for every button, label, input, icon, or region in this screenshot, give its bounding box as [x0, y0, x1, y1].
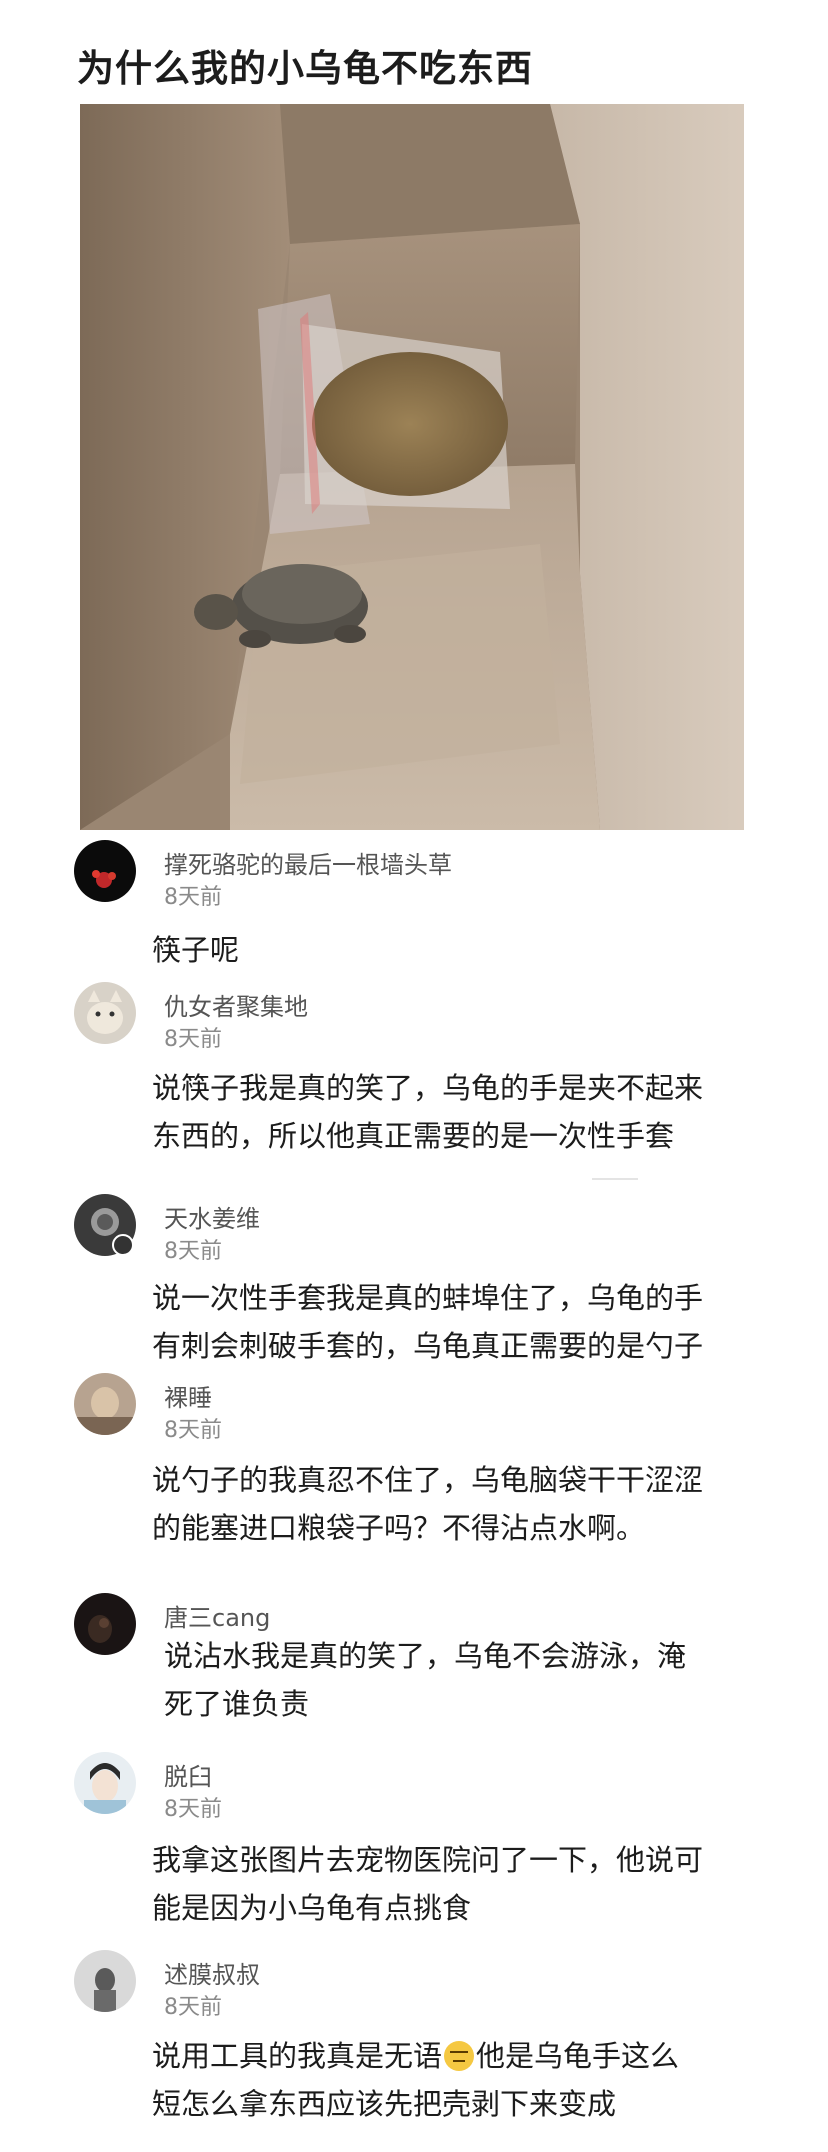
username[interactable]: 唐三cang	[164, 1598, 270, 1633]
comment-line: 有刺会刺破手套的，乌龟真正需要的是勺子	[152, 1329, 704, 1363]
timestamp: 8天前	[164, 1239, 222, 1264]
comment-line: 说一次性手套我是真的蚌埠住了，乌龟的手	[152, 1281, 704, 1315]
comment-line: 东西的，所以他真正需要的是一次性手套	[152, 1119, 675, 1153]
comment-text: 筷子呢	[152, 926, 792, 974]
comment-line: 筷子呢	[152, 933, 240, 967]
comment-line: 说勺子的我真忍不住了，乌龟脑袋干干涩涩	[152, 1463, 704, 1497]
post-photo[interactable]	[80, 104, 744, 830]
expressionless-face-icon	[444, 2041, 475, 2071]
username[interactable]: 天水姜维	[164, 1199, 260, 1234]
comment-text: 说沾水我是真的笑了，乌龟不会游泳，淹 死了谁负责	[164, 1632, 804, 1728]
comment-text: 说用工具的我真是无语 他是乌龟手这么 短怎么拿东西应该先把壳剥下来变成	[152, 2032, 792, 2128]
comment-text: 说筷子我是真的笑了，乌龟的手是夹不起来 东西的，所以他真正需要的是一次性手套	[152, 1064, 792, 1160]
comment-line: 死了谁负责	[164, 1687, 310, 1721]
comment-line: 说用工具的我真是无语 他是乌龟手这么	[152, 2032, 792, 2080]
avatar[interactable]	[74, 1752, 136, 1814]
username[interactable]: 仇女者聚集地	[164, 987, 308, 1022]
avatar[interactable]	[74, 840, 136, 902]
username[interactable]: 裸睡	[164, 1378, 212, 1413]
avatar[interactable]	[74, 1593, 136, 1655]
comment-fragment: 说用工具的我真是无语	[152, 2039, 443, 2073]
avatar-badge-icon	[112, 1234, 134, 1256]
comment-text: 说勺子的我真忍不住了，乌龟脑袋干干涩涩 的能塞进口粮袋子吗？不得沾点水啊。	[152, 1456, 792, 1552]
comment-line: 说沾水我是真的笑了，乌龟不会游泳，淹	[164, 1639, 687, 1673]
comment-line: 的能塞进口粮袋子吗？不得沾点水啊。	[152, 1511, 646, 1545]
timestamp: 8天前	[164, 885, 222, 910]
comment-line: 我拿这张图片去宠物医院问了一下，他说可	[152, 1843, 704, 1877]
timestamp: 8天前	[164, 1027, 222, 1052]
comment-text: 我拿这张图片去宠物医院问了一下，他说可 能是因为小乌龟有点挑食	[152, 1836, 792, 1932]
timestamp: 8天前	[164, 1418, 222, 1443]
username[interactable]: 脱臼	[164, 1757, 212, 1792]
comment-line: 短怎么拿东西应该先把壳剥下来变成	[152, 2087, 617, 2121]
comment-line: 能是因为小乌龟有点挑食	[152, 1891, 472, 1925]
timestamp: 8天前	[164, 1797, 222, 1822]
comment-fragment: 他是乌龟手这么	[476, 2039, 680, 2073]
avatar[interactable]	[74, 1950, 136, 2012]
avatar[interactable]	[74, 1373, 136, 1435]
username[interactable]: 述膜叔叔	[164, 1955, 260, 1990]
timestamp: 8天前	[164, 1995, 222, 2020]
username[interactable]: 撑死骆驼的最后一根墙头草	[164, 845, 452, 880]
avatar[interactable]	[74, 982, 136, 1044]
post-title: 为什么我的小乌龟不吃东西	[77, 47, 533, 90]
divider	[592, 1178, 638, 1180]
comment-text: 说一次性手套我是真的蚌埠住了，乌龟的手 有刺会刺破手套的，乌龟真正需要的是勺子	[152, 1274, 792, 1370]
comment-line: 说筷子我是真的笑了，乌龟的手是夹不起来	[152, 1071, 704, 1105]
turtle-in-box-image	[80, 104, 744, 830]
